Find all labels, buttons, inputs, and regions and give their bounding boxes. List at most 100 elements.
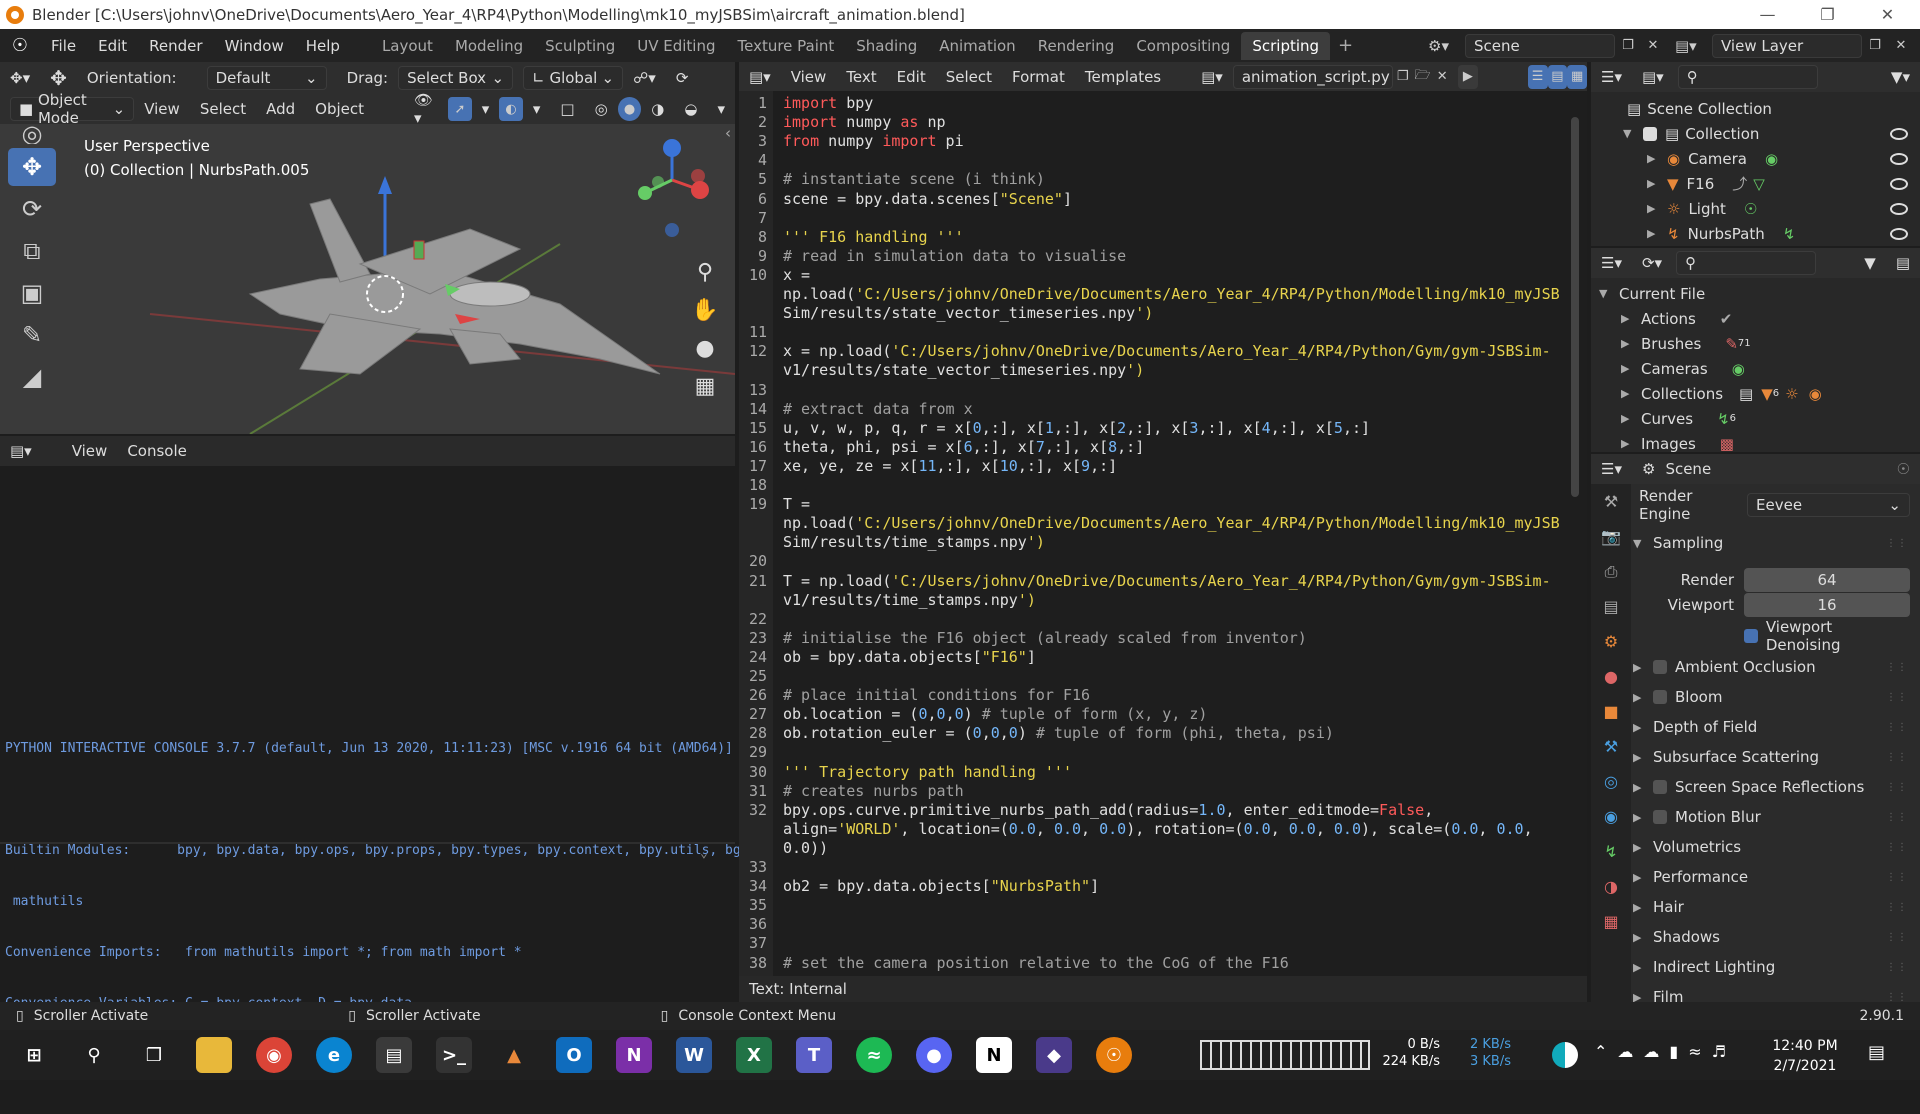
panel-header[interactable]: ▶ Bloom ⋮⋮ (1633, 683, 1910, 711)
spotify-icon[interactable]: ≈ (856, 1037, 892, 1073)
gizmo-toggle-icon[interactable]: ➚ (448, 97, 472, 121)
zoom-icon[interactable]: ⚲ (690, 254, 720, 292)
console-menu-console[interactable]: Console (117, 442, 197, 460)
text-editor[interactable]: 1 import bpy 2 import numpy as np 3 from nump… (739, 91, 1587, 976)
drag-grip-icon[interactable]: ⋮⋮ (1886, 932, 1908, 943)
outliner-item-f16[interactable]: ▶ ▼ F16 ⤴ ▽ (1647, 171, 1765, 196)
text-menu-text[interactable]: Text (836, 68, 886, 86)
scene-icon[interactable]: ⚙▾ (1428, 37, 1449, 55)
panel-header[interactable]: ▶ Screen Space Reflections ⋮⋮ (1633, 773, 1910, 801)
browser-item-curves[interactable]: ▶ Curves ↯ 6 (1621, 406, 1736, 431)
panel-header[interactable]: ▶ Ambient Occlusion ⋮⋮ (1633, 653, 1910, 681)
text-editor-type-icon[interactable]: ▤▾ (739, 68, 781, 86)
panel-header[interactable]: ▶ Motion Blur ⋮⋮ (1633, 803, 1910, 831)
excel-icon[interactable]: X (736, 1037, 772, 1073)
terminal-icon[interactable]: >_ (436, 1037, 472, 1073)
eye-icon[interactable] (1890, 228, 1908, 240)
modifier-tab-icon[interactable]: ⚒ (1591, 729, 1631, 764)
maximize-icon[interactable]: ❐ (1800, 0, 1855, 29)
drag-grip-icon[interactable]: ⋮⋮ (1886, 962, 1908, 973)
drag-grip-icon[interactable]: ⋮⋮ (1886, 992, 1908, 1003)
view-layer-icon[interactable]: ▤▾ (1675, 37, 1697, 55)
delete-scene-icon[interactable]: ✕ (1640, 34, 1666, 58)
rendered-shading-icon[interactable]: ◒ (674, 100, 707, 118)
pan-hand-icon[interactable]: ✋ (690, 292, 720, 330)
viewport-menu-object[interactable]: Object (305, 100, 374, 118)
line-numbers-icon[interactable]: ☰ (1527, 64, 1548, 89)
object-tab-icon[interactable]: ■ (1591, 694, 1631, 729)
navigation-gizmo[interactable] (630, 138, 710, 238)
clock-date[interactable]: 2/7/2021 (1760, 1056, 1850, 1076)
clock-time[interactable]: 12:40 PM (1760, 1036, 1850, 1056)
eye-icon[interactable] (1890, 128, 1908, 140)
outliner-item-nurbspath[interactable]: ▶ ↯ NurbsPath ↯ (1647, 221, 1795, 246)
viewport-denoising-row[interactable]: Viewport Denoising (1744, 618, 1910, 654)
drag-grip-icon[interactable]: ⋮⋮ (1886, 872, 1908, 883)
text-menu-view[interactable]: View (781, 68, 837, 86)
eye-icon[interactable] (1890, 153, 1908, 165)
text-menu-templates[interactable]: Templates (1075, 68, 1171, 86)
eye-icon[interactable] (1890, 203, 1908, 215)
delete-view-layer-icon[interactable]: ✕ (1888, 34, 1914, 58)
outlook-icon[interactable]: O (556, 1037, 592, 1073)
drag-grip-icon[interactable]: ⋮⋮ (1886, 752, 1908, 763)
view-layer-tab-icon[interactable]: ▤ (1591, 589, 1631, 624)
drag-grip-icon[interactable]: ⋮⋮ (1886, 692, 1908, 703)
text-file-field[interactable]: animation_script.py (1232, 64, 1393, 89)
measure-tool-icon[interactable]: ◢ (8, 358, 56, 396)
app-window-icon[interactable]: ▤ (376, 1037, 412, 1073)
particles-tab-icon[interactable]: ◎ (1591, 764, 1631, 799)
tab-scripting[interactable]: Scripting (1241, 31, 1331, 60)
new-text-icon[interactable]: ❐ (1393, 65, 1413, 89)
render-engine-dropdown[interactable]: Eevee ⌄ (1747, 493, 1910, 517)
obsidian-icon[interactable]: ◆ (1036, 1037, 1072, 1073)
python-console[interactable]: PYTHON INTERACTIVE CONSOLE 3.7.7 (defaul… (0, 466, 796, 1079)
snap-icon[interactable]: ☍▾ (623, 69, 666, 87)
current-file-row[interactable]: ▼ Current File (1599, 281, 1705, 306)
night-light-icon[interactable] (1552, 1042, 1578, 1068)
filter-icon[interactable]: ▼ (1854, 254, 1886, 272)
text-menu-select[interactable]: Select (936, 68, 1002, 86)
browser-item-collections[interactable]: ▶ Collections ▤ ▼ 6 ☼ ◉ (1621, 381, 1822, 406)
add-workspace-icon[interactable]: + (1330, 35, 1361, 56)
outliner-item-camera[interactable]: ▶ ◉ Camera ◉ (1647, 146, 1778, 171)
text-scrollbar[interactable] (1571, 117, 1579, 497)
tab-shading[interactable]: Shading (845, 32, 928, 60)
viewport-samples-field[interactable]: 16 (1744, 593, 1910, 617)
drag-grip-icon[interactable]: ⋮⋮ (1886, 902, 1908, 913)
camera-view-icon[interactable]: ● (690, 330, 720, 368)
console-menu-view[interactable]: View (62, 442, 118, 460)
view-layer-selector[interactable]: View Layer (1712, 33, 1862, 58)
panel-header[interactable]: ▶ Subsurface Scattering ⋮⋮ (1633, 743, 1910, 771)
panel-header[interactable]: ▶ Depth of Field ⋮⋮ (1633, 713, 1910, 741)
browser-item-cameras[interactable]: ▶ Cameras ◉ (1621, 356, 1745, 381)
tab-layout[interactable]: Layout (371, 32, 444, 60)
panel-header[interactable]: ▶ Performance ⋮⋮ (1633, 863, 1910, 891)
menu-help[interactable]: Help (295, 37, 351, 55)
visibility-icon[interactable]: 👁▾ (404, 91, 448, 127)
annotate-tool-icon[interactable]: ✎ (8, 316, 56, 354)
panel-enable-checkbox[interactable] (1653, 780, 1667, 794)
overlay-toggle-icon[interactable]: ◐ (499, 97, 523, 121)
new-collection-icon[interactable]: ▤ (1886, 254, 1920, 272)
console-collapse-icon[interactable]: ⌄ (700, 846, 708, 861)
tab-rendering[interactable]: Rendering (1027, 32, 1126, 60)
syntax-highlight-icon[interactable]: ▦ (1567, 64, 1587, 89)
panel-header[interactable]: ▶ Shadows ⋮⋮ (1633, 923, 1910, 951)
collection-checkbox[interactable] (1643, 126, 1657, 141)
transform-orientation-dropdown[interactable]: ∟ Global ⌄ (523, 66, 624, 90)
blender-menu-icon[interactable]: ☉ (0, 35, 40, 56)
task-view-icon[interactable]: ❐ (136, 1037, 172, 1073)
render-tab-icon[interactable]: 📷 (1591, 519, 1631, 554)
eye-icon[interactable] (1890, 178, 1908, 190)
physics-tab-icon[interactable]: ◉ (1591, 799, 1631, 834)
properties-editor-type-icon[interactable]: ☰▾ (1591, 460, 1632, 478)
chevron-up-icon[interactable]: ⌃ (1594, 1042, 1617, 1061)
panel-header[interactable]: ▶ Film ⋮⋮ (1633, 983, 1910, 1002)
proportional-edit-icon[interactable]: ⟳ (666, 69, 699, 87)
edge-icon[interactable]: e (316, 1037, 352, 1073)
viewport-menu-add[interactable]: Add (256, 100, 305, 118)
texture-tab-icon[interactable]: ▦ (1591, 904, 1631, 939)
3d-viewport[interactable]: User Perspective (0) Collection | NurbsP… (0, 124, 735, 434)
outliner-scene-collection[interactable]: ▤ Scene Collection (1627, 96, 1772, 121)
